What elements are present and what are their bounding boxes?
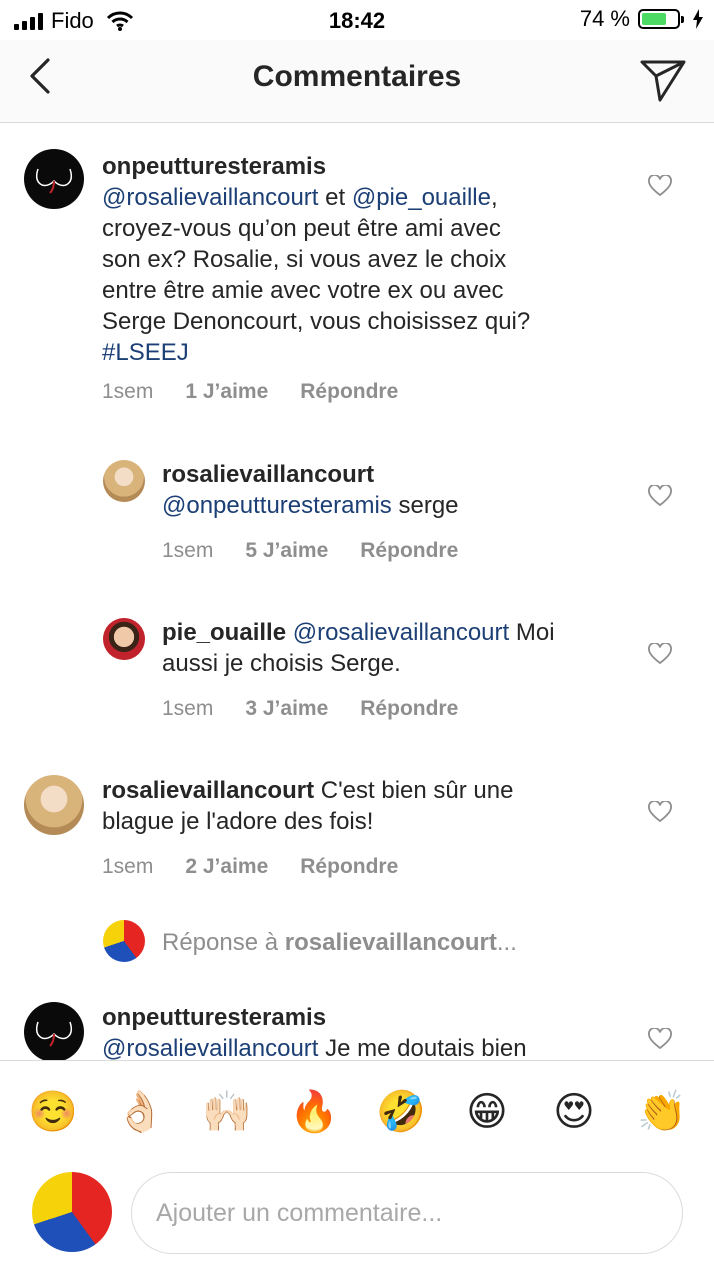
like-heart-icon[interactable]	[648, 485, 672, 507]
avatar[interactable]	[24, 1002, 84, 1060]
comment-input-box[interactable]	[131, 1172, 683, 1254]
comment-time: 1sem	[162, 539, 214, 562]
like-heart-icon[interactable]	[648, 175, 672, 197]
comment-username[interactable]: onpeutturesteramis	[102, 153, 326, 180]
emoji-rofl-button[interactable]: 🤣	[376, 1088, 426, 1136]
comment-meta: 1sem 5 J’aime Répondre	[162, 539, 490, 563]
reply-prompt-suffix: ...	[496, 929, 517, 956]
comment-text: Serge Denoncourt, vous choisissez qui?	[102, 308, 531, 335]
comment-username[interactable]: onpeutturesteramis	[102, 1004, 326, 1031]
comment-text: croyez-vous qu’on peut être ami avec	[102, 215, 501, 242]
battery-icon	[638, 9, 684, 29]
likes-count[interactable]: 5 J’aime	[245, 539, 328, 563]
comment-time: 1sem	[102, 380, 154, 403]
mention-link[interactable]: @rosalievaillancourt	[293, 619, 509, 646]
likes-count[interactable]: 3 J’aime	[245, 697, 328, 721]
reply-button[interactable]: Répondre	[360, 697, 458, 721]
reply-prompt-text[interactable]: Réponse à rosalievaillancourt...	[162, 929, 517, 957]
comment-time: 1sem	[102, 855, 154, 878]
mention-link[interactable]: @pie_ouaille	[352, 184, 491, 211]
comment-text: ,	[490, 184, 498, 211]
mustache-logo-icon	[35, 1021, 73, 1047]
like-heart-icon[interactable]	[648, 1028, 672, 1050]
comment-text: son ex? Rosalie, si vous avez le choix	[102, 246, 507, 273]
comment-body: rosalievaillancourt @onpeutturesteramis …	[162, 459, 602, 521]
emoji-clap-button[interactable]: 👏	[637, 1088, 687, 1136]
mustache-logo-icon	[35, 168, 73, 194]
emoji-grin-button[interactable]: 😁	[463, 1088, 511, 1136]
comment-username[interactable]: pie_ouaille	[162, 619, 286, 646]
comment-list[interactable]: onpeutturesteramis @rosalievaillancourt …	[0, 123, 714, 1060]
reply-button[interactable]: Répondre	[300, 855, 398, 879]
current-user-avatar	[103, 920, 145, 962]
comment-text: Je me doutais bien	[318, 1035, 527, 1060]
status-bar: Fido 18:42 74 %	[0, 0, 714, 40]
avatar[interactable]	[24, 149, 84, 209]
reply-button[interactable]: Répondre	[300, 380, 398, 404]
emoji-ok-hand-button[interactable]: 👌🏻	[115, 1088, 165, 1136]
comment-username[interactable]: rosalievaillancourt	[162, 461, 374, 488]
comment-text: entre être amie avec votre ex ou avec	[102, 277, 504, 304]
comment-text: serge	[391, 492, 459, 519]
battery-status: 74 %	[580, 6, 704, 32]
reply-prompt-prefix: Réponse à	[162, 929, 285, 956]
comment-text: C'est bien sûr une	[314, 777, 514, 804]
likes-count[interactable]: 2 J’aime	[185, 855, 268, 879]
comment-meta: 1sem 1 J’aime Répondre	[102, 380, 430, 404]
mention-link[interactable]: @rosalievaillancourt	[102, 1035, 318, 1060]
comment-body: pie_ouaille @rosalievaillancourt Moi aus…	[162, 617, 622, 679]
reply-prompt-username: rosalievaillancourt	[284, 929, 497, 956]
comment-username[interactable]: rosalievaillancourt	[102, 777, 314, 804]
emoji-smiling-button[interactable]: ☺️	[28, 1088, 78, 1136]
emoji-quick-bar: ☺️ 👌🏻 🙌🏻 🔥 🤣 😁 😍 👏	[0, 1062, 714, 1162]
like-heart-icon[interactable]	[648, 643, 672, 665]
current-user-avatar	[32, 1172, 112, 1252]
likes-count[interactable]: 1 J’aime	[185, 380, 268, 404]
mention-link[interactable]: @onpeutturesteramis	[162, 492, 392, 519]
divider	[0, 1060, 714, 1061]
comment-text: et	[318, 184, 352, 211]
reply-button[interactable]: Répondre	[360, 539, 458, 563]
comment-input[interactable]	[154, 1173, 658, 1253]
avatar[interactable]	[103, 618, 145, 660]
comment-text: aussi je choisis Serge.	[162, 650, 401, 677]
comment-body: rosalievaillancourt C'est bien sûr une b…	[102, 775, 602, 837]
battery-percent: 74 %	[579, 6, 630, 31]
emoji-heart-eyes-button[interactable]: 😍	[550, 1088, 598, 1136]
comment-body: onpeutturesteramis @rosalievaillancourt …	[102, 151, 602, 368]
comment-meta: 1sem 2 J’aime Répondre	[102, 855, 430, 879]
hashtag-link[interactable]: #LSEEJ	[102, 339, 189, 366]
comment-text: Moi	[509, 619, 555, 646]
comment-composer	[0, 1162, 714, 1270]
direct-send-button[interactable]	[638, 54, 688, 104]
emoji-raised-hands-button[interactable]: 🙌🏻	[202, 1088, 252, 1136]
avatar[interactable]	[24, 775, 84, 835]
mention-link[interactable]: @rosalievaillancourt	[102, 184, 318, 211]
comment-body: onpeutturesteramis @rosalievaillancourt …	[102, 1002, 602, 1060]
navigation-bar: Commentaires	[0, 40, 714, 123]
page-title: Commentaires	[252, 60, 462, 93]
comment-text: blague je l'adore des fois!	[102, 808, 374, 835]
charging-bolt-icon	[693, 9, 703, 29]
comment-time: 1sem	[162, 697, 214, 720]
like-heart-icon[interactable]	[648, 801, 672, 823]
comment-meta: 1sem 3 J’aime Répondre	[162, 697, 490, 721]
avatar[interactable]	[103, 460, 145, 502]
emoji-fire-button[interactable]: 🔥	[289, 1088, 339, 1136]
